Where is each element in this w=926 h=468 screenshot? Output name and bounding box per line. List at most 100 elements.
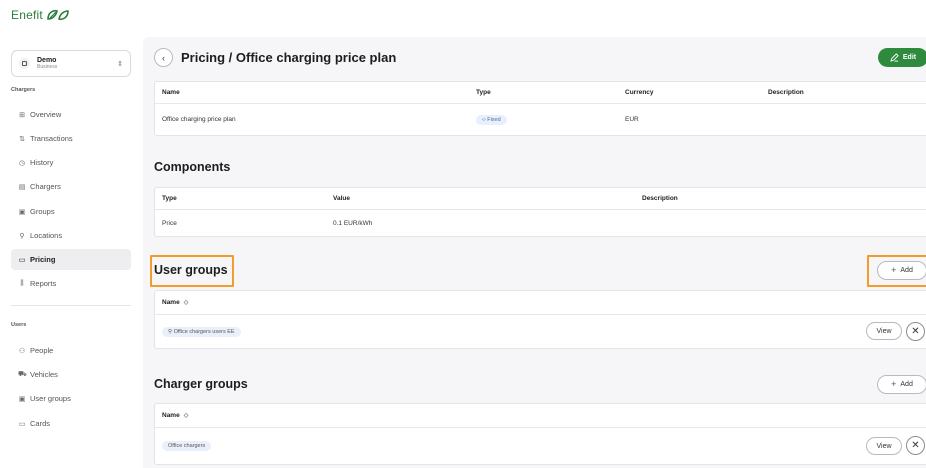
sidebar-item-pricing[interactable]: ▭ Pricing xyxy=(11,249,131,270)
page-title: Pricing / Office charging price plan xyxy=(181,50,397,65)
add-button-label: Add xyxy=(900,381,913,388)
sidebar-item-locations[interactable]: ⚲ Locations xyxy=(11,225,131,246)
table-header[interactable]: Name ◇ xyxy=(155,291,926,315)
charger-icon: ▤ xyxy=(18,183,26,191)
workspace-avatar xyxy=(19,58,30,69)
sidebar-item-label: User groups xyxy=(30,394,71,403)
sidebar-item-chargers[interactable]: ▤ Chargers xyxy=(11,176,131,197)
workspace-name: Demo xyxy=(37,57,57,64)
column-header-name: Name xyxy=(162,89,180,96)
sidebar-item-label: Groups xyxy=(30,207,55,216)
sidebar-item-transactions[interactable]: ⇅ Transactions xyxy=(11,128,131,149)
grid-icon: ⊞ xyxy=(19,111,25,119)
user-groups-icon: ▣ xyxy=(18,395,26,403)
fixed-icon: ‹› xyxy=(482,116,486,123)
column-header-currency: Currency xyxy=(625,89,654,96)
column-header-type: Type xyxy=(476,89,491,96)
table-row: Office chargers View ✕ xyxy=(155,428,926,464)
sort-icon[interactable]: ◇ xyxy=(184,412,189,419)
plus-icon: + xyxy=(891,265,897,275)
pricing-icon: ▭ xyxy=(18,256,26,264)
table-header: Name Type Currency Description xyxy=(155,82,926,104)
charger-groups-table: Name ◇ Office chargers View ✕ xyxy=(154,403,926,465)
enefit-logo[interactable]: Enefit xyxy=(11,7,70,23)
user-group-chip[interactable]: ⚲ Office chargers users EE xyxy=(162,327,241,337)
sidebar: Enefit Demo Business ⇕ Chargers ⊞ Overvi… xyxy=(0,0,143,468)
add-user-group-button[interactable]: + Add xyxy=(877,261,926,280)
user-groups-title: User groups xyxy=(154,263,228,277)
user-icon: ⚲ xyxy=(168,329,173,335)
sidebar-item-overview[interactable]: ⊞ Overview xyxy=(11,104,131,125)
column-header-description: Description xyxy=(642,195,678,202)
remove-button[interactable]: ✕ xyxy=(906,322,925,341)
car-icon: ⛟ xyxy=(18,371,27,378)
table-header[interactable]: Name ◇ xyxy=(155,404,926,428)
workspace-subtitle: Business xyxy=(37,64,58,70)
clock-icon: ◷ xyxy=(18,159,26,167)
pencil-icon xyxy=(890,53,899,62)
user-groups-table: Name ◇ ⚲ Office chargers users EE View ✕ xyxy=(154,290,926,349)
column-header-type: Type xyxy=(162,195,177,202)
sidebar-item-label: Cards xyxy=(30,419,51,428)
plus-icon: + xyxy=(891,379,897,389)
sidebar-item-label: Transactions xyxy=(30,134,73,143)
logo-text: Enefit xyxy=(11,8,43,22)
currency-cell: EUR xyxy=(625,116,639,123)
remove-button[interactable]: ✕ xyxy=(906,436,925,455)
nav-section-chargers: Chargers xyxy=(11,87,36,93)
table-row: Office charging price plan ‹› Fixed EUR xyxy=(155,104,926,135)
sidebar-item-label: People xyxy=(30,346,54,355)
add-button-label: Add xyxy=(900,267,913,274)
sidebar-item-label: History xyxy=(30,158,54,167)
logo-mark-icon xyxy=(47,9,69,21)
column-header-description: Description xyxy=(768,89,804,96)
components-table: Type Value Description Price 0.1 EUR/kWh xyxy=(154,187,926,237)
plan-name-cell: Office charging price plan xyxy=(162,116,236,123)
nav-divider xyxy=(11,305,131,306)
close-icon: ✕ xyxy=(911,440,920,451)
main-content: ‹ Pricing / Office charging price plan E… xyxy=(143,37,926,468)
charger-groups-title: Charger groups xyxy=(154,377,248,391)
view-button[interactable]: View xyxy=(866,322,902,340)
groups-icon: ▣ xyxy=(18,208,26,216)
charger-group-chip[interactable]: Office chargers xyxy=(162,441,212,451)
edit-button[interactable]: Edit xyxy=(878,48,926,67)
plan-details-table: Name Type Currency Description Office ch… xyxy=(154,81,926,136)
components-title: Components xyxy=(154,160,231,174)
view-button[interactable]: View xyxy=(866,437,902,455)
back-button[interactable]: ‹ xyxy=(154,48,173,67)
sidebar-item-label: Locations xyxy=(30,231,63,240)
component-value-cell: 0.1 EUR/kWh xyxy=(333,219,373,227)
sidebar-item-label: Chargers xyxy=(30,182,61,191)
sidebar-item-label: Overview xyxy=(30,110,62,119)
card-icon: ▭ xyxy=(18,420,26,428)
sidebar-item-vehicles[interactable]: ⛟ Vehicles xyxy=(11,364,131,385)
workspace-switcher[interactable]: Demo Business ⇕ xyxy=(11,50,131,77)
location-pin-icon: ⚲ xyxy=(19,232,25,240)
column-header-name: Name xyxy=(162,299,180,306)
column-header-name: Name xyxy=(162,412,180,419)
transactions-icon: ⇅ xyxy=(19,135,25,143)
table-row: ⚲ Office chargers users EE View ✕ xyxy=(155,315,926,349)
sort-icon[interactable]: ◇ xyxy=(184,299,189,306)
table-header: Type Value Description xyxy=(155,188,926,210)
reports-icon: ⫼ xyxy=(20,279,24,287)
edit-button-label: Edit xyxy=(902,54,917,61)
sidebar-item-history[interactable]: ◷ History xyxy=(11,152,131,173)
chevron-updown-icon: ⇕ xyxy=(117,60,123,68)
sidebar-item-people[interactable]: ⚇ People xyxy=(11,340,131,361)
component-type-cell: Price xyxy=(162,219,177,227)
sidebar-item-cards[interactable]: ▭ Cards xyxy=(11,413,131,434)
sidebar-item-groups[interactable]: ▣ Groups xyxy=(11,201,131,222)
column-header-value: Value xyxy=(333,195,350,202)
sidebar-item-user-groups[interactable]: ▣ User groups xyxy=(11,388,131,409)
nav-section-users: Users xyxy=(11,322,27,328)
sidebar-item-reports[interactable]: ⫼ Reports xyxy=(11,273,131,294)
close-icon: ✕ xyxy=(911,326,920,337)
sidebar-item-label: Reports xyxy=(30,279,57,288)
sidebar-item-label: Pricing xyxy=(30,255,56,264)
table-row: Price 0.1 EUR/kWh xyxy=(155,210,926,236)
chevron-left-icon: ‹ xyxy=(162,52,165,63)
add-charger-group-button[interactable]: + Add xyxy=(877,375,926,394)
sidebar-item-label: Vehicles xyxy=(30,370,58,379)
